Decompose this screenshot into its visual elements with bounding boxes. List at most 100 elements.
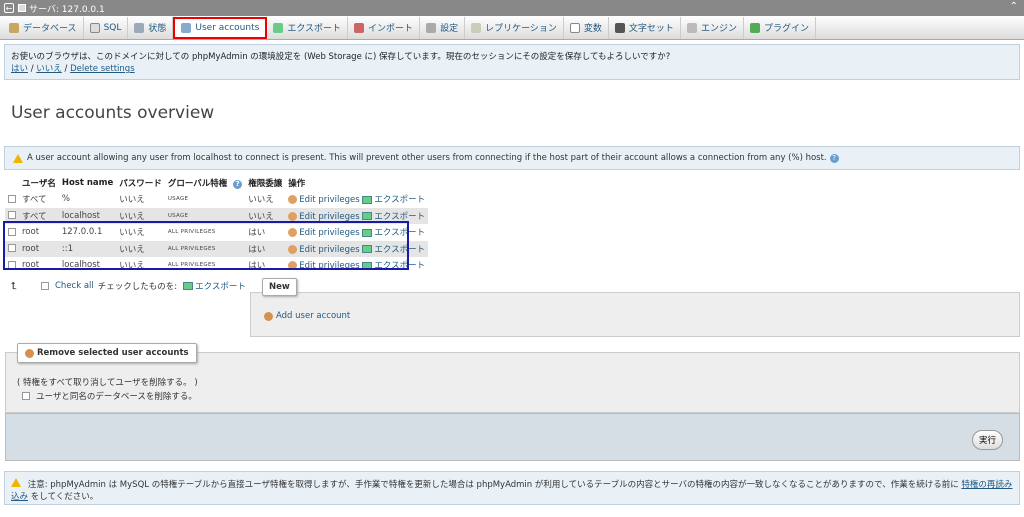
notice-yes-link[interactable]: はい <box>11 64 28 74</box>
variables-icon <box>569 22 580 33</box>
privileges-notice-tail: をしてください。 <box>30 492 99 502</box>
plugin-icon <box>749 22 760 33</box>
add-user-account-link-wrapper[interactable]: Add user account <box>264 311 350 321</box>
tab-engines[interactable]: エンジン <box>681 16 744 39</box>
export-link[interactable]: エクスポート <box>374 195 425 205</box>
notice-text: お使いのブラウザは、このドメインに対しての phpMyAdmin の環境設定を … <box>11 52 671 62</box>
tab-label: User accounts <box>195 22 260 33</box>
check-all-bar: ⮤ Check all チェックしたものを: エクスポート <box>11 280 246 293</box>
table-row: すべて% いいえ USAGE いいえ Edit privileges エクスポート <box>5 191 429 208</box>
tab-variables[interactable]: 変数 <box>564 16 609 39</box>
header-username[interactable]: ユーザ名 <box>19 175 59 191</box>
tab-label: 文字セット <box>628 24 674 34</box>
edit-privileges-icon <box>288 195 298 205</box>
check-all-link[interactable]: Check all <box>55 281 94 291</box>
export-icon <box>183 282 194 290</box>
drop-db-option: ユーザと同名のデータベースを削除する。 <box>22 390 197 402</box>
tab-plugins[interactable]: プラグイン <box>744 16 816 39</box>
remove-description: ( 特権をすべて取り消してユーザを削除する。 ) <box>17 378 198 388</box>
new-legend: New <box>262 278 297 296</box>
remove-footer <box>5 413 1020 461</box>
tab-label: 変数 <box>583 24 602 34</box>
tab-label: SQL <box>103 22 122 33</box>
top-tabs: データベース SQL 状態 User accounts エクスポート インポート… <box>0 16 1024 40</box>
header-label: グローバル特権 <box>167 179 228 189</box>
header-global-privs: グローバル特権 ? <box>165 175 245 191</box>
server-icon <box>18 4 26 12</box>
remove-user-icon <box>25 348 34 358</box>
cell-grant: いいえ <box>245 191 286 208</box>
tab-status[interactable]: 状態 <box>128 16 174 39</box>
help-icon[interactable]: ? <box>829 153 839 163</box>
delete-settings-link[interactable]: Delete settings <box>70 64 135 74</box>
warning-text: A user account allowing any user from lo… <box>27 153 827 163</box>
tab-label: インポート <box>368 24 414 34</box>
highlight-box-root-accounts <box>3 221 409 270</box>
remove-legend-label: Remove selected user accounts <box>37 348 189 358</box>
wrench-icon <box>426 22 437 33</box>
replication-icon <box>471 22 482 33</box>
row-checkbox[interactable] <box>8 194 16 203</box>
cell-actions: Edit privileges エクスポート <box>285 191 429 208</box>
export-icon <box>273 22 284 33</box>
engine-icon <box>686 22 697 33</box>
storage-notice: お使いのブラウザは、このドメインに対しての phpMyAdmin の環境設定を … <box>4 44 1020 80</box>
add-user-account-link[interactable]: Add user account <box>276 311 350 321</box>
tab-charsets[interactable]: 文字セット <box>609 16 681 39</box>
help-icon[interactable]: ? <box>233 180 243 189</box>
back-arrow-icon[interactable]: ← <box>4 3 14 13</box>
tab-label: レプリケーション <box>485 24 557 34</box>
localhost-warning: A user account allowing any user from lo… <box>4 146 1020 170</box>
import-icon <box>354 22 365 33</box>
cell-password: いいえ <box>116 191 165 208</box>
tab-settings[interactable]: 設定 <box>420 16 466 39</box>
edit-privileges-link[interactable]: Edit privileges <box>299 195 359 205</box>
header-host[interactable]: Host name <box>59 175 116 191</box>
cell-username: すべて <box>19 191 59 208</box>
cell-host: % <box>58 191 117 208</box>
notice-no-link[interactable]: いいえ <box>36 64 62 74</box>
edit-privileges-icon <box>288 211 298 221</box>
drop-db-label[interactable]: ユーザと同名のデータベースを削除する。 <box>36 390 197 402</box>
tab-replication[interactable]: レプリケーション <box>465 16 564 39</box>
privileges-notice-text: 注意: phpMyAdmin は MySQL の特権テーブルから直接ユーザ特権を… <box>27 480 959 490</box>
drop-db-checkbox[interactable] <box>22 392 30 400</box>
row-checkbox[interactable] <box>8 211 16 220</box>
page-title: User accounts overview <box>11 103 215 123</box>
sql-icon <box>89 22 100 33</box>
tab-label: 状態 <box>148 24 167 34</box>
title-bar: ← サーバ: 127.0.0.1 ⌃ <box>0 0 1024 16</box>
add-user-icon <box>264 311 273 321</box>
arrow-up-icon: ⮤ <box>11 280 17 292</box>
export-icon <box>362 212 373 221</box>
tab-sql[interactable]: SQL <box>84 16 129 39</box>
execute-button[interactable]: 実行 <box>972 430 1004 450</box>
remove-legend: Remove selected user accounts <box>17 343 197 363</box>
header-password[interactable]: パスワード <box>116 175 165 191</box>
users-icon <box>181 22 192 33</box>
tab-label: 設定 <box>440 24 459 34</box>
notice-separator: / <box>64 64 68 74</box>
warning-icon <box>11 478 21 487</box>
warning-icon <box>13 153 23 163</box>
tab-label: エンジン <box>700 24 737 34</box>
tab-label: エクスポート <box>287 24 342 34</box>
notice-separator: / <box>30 64 34 74</box>
tab-databases[interactable]: データベース <box>3 16 84 39</box>
server-title: サーバ: 127.0.0.1 <box>29 4 105 15</box>
cell-global-privs: USAGE <box>164 191 246 208</box>
tab-label: プラグイン <box>763 24 809 34</box>
header-action: 操作 <box>288 179 306 189</box>
header-grant: 権限委譲 <box>248 179 283 189</box>
privileges-notice: 注意: phpMyAdmin は MySQL の特権テーブルから直接ユーザ特権を… <box>4 471 1020 505</box>
tab-user-accounts[interactable]: User accounts <box>173 16 268 39</box>
tab-import[interactable]: インポート <box>348 16 421 39</box>
collapse-icon[interactable]: ⌃ <box>1010 1 1018 12</box>
tab-label: データベース <box>23 24 77 34</box>
check-all-checkbox[interactable] <box>41 282 49 290</box>
database-icon <box>9 22 19 33</box>
export-icon <box>362 195 373 204</box>
with-selected-label: チェックしたものを: <box>97 282 178 292</box>
tab-export[interactable]: エクスポート <box>267 16 349 39</box>
export-selected-link[interactable]: エクスポート <box>195 280 246 292</box>
